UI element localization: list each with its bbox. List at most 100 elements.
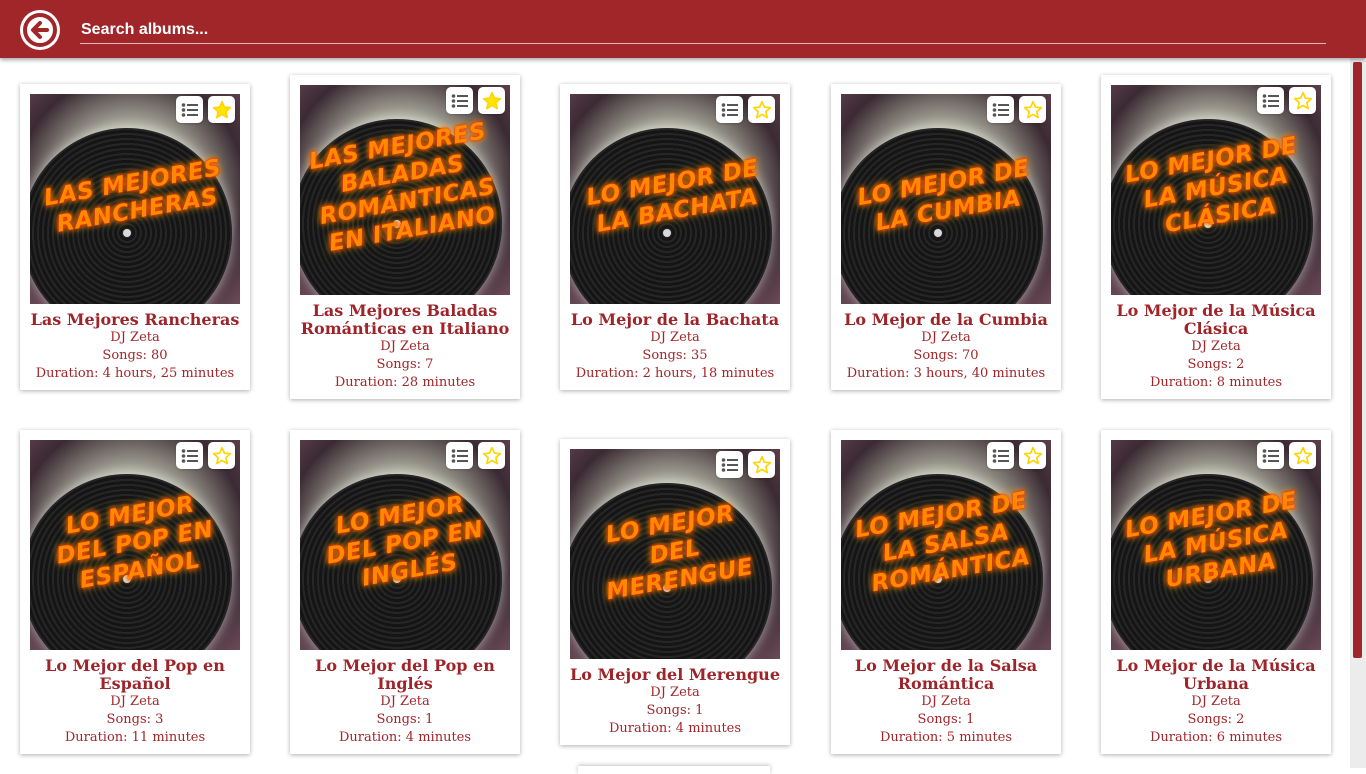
arrow-left-icon bbox=[23, 13, 57, 47]
album-duration: Duration: 4 minutes bbox=[608, 721, 742, 736]
scrollbar[interactable] bbox=[1350, 58, 1366, 768]
album-card[interactable]: Lo Mejor de la Bachata Lo Mejor de la Ba… bbox=[560, 84, 790, 390]
list-icon bbox=[1262, 93, 1279, 108]
songs-list-button[interactable] bbox=[987, 96, 1014, 123]
album-song-count: Songs: 1 bbox=[646, 703, 704, 718]
album-title: Lo Mejor del Pop en Español bbox=[45, 656, 225, 693]
album-cover: Lo Mejor de la Música Clásica bbox=[1111, 85, 1321, 295]
album-artist: DJ Zeta bbox=[380, 694, 430, 709]
cover-title-art: Lo Mejor del Pop en Español bbox=[54, 491, 216, 594]
favorite-button[interactable] bbox=[1019, 442, 1046, 469]
list-icon bbox=[181, 102, 198, 117]
favorite-button[interactable] bbox=[748, 451, 775, 478]
album-artist: DJ Zeta bbox=[650, 330, 700, 345]
cover-title-art: Lo Mejor del Merengue bbox=[603, 500, 756, 606]
album-card[interactable]: Lo Mejor del Pop en Español Lo Mejor del… bbox=[20, 430, 250, 754]
list-icon bbox=[181, 448, 198, 463]
album-duration: Duration: 3 hours, 40 minutes bbox=[846, 366, 1046, 381]
songs-list-button[interactable] bbox=[1257, 87, 1284, 114]
list-icon bbox=[992, 448, 1009, 463]
album-cover: Lo Mejor de la Bachata bbox=[570, 94, 780, 304]
favorite-button[interactable] bbox=[748, 96, 775, 123]
album-cover: Las Mejores Rancheras bbox=[30, 94, 240, 304]
cover-title-art: Lo Mejor de la Cumbia bbox=[855, 155, 1032, 237]
next-row-card-edge bbox=[578, 766, 770, 774]
album-title: Lo Mejor de la Cumbia bbox=[844, 310, 1048, 329]
cover-title-art: Lo Mejor de la Música Clásica bbox=[1123, 132, 1300, 239]
songs-list-button[interactable] bbox=[1257, 442, 1284, 469]
album-artist: DJ Zeta bbox=[921, 330, 971, 345]
album-title: Lo Mejor de la Salsa Romántica bbox=[854, 656, 1038, 693]
favorite-button[interactable] bbox=[1019, 96, 1046, 123]
album-duration: Duration: 4 hours, 25 minutes bbox=[35, 366, 235, 381]
album-cover: Lo Mejor del Pop en Inglés bbox=[300, 440, 510, 650]
album-duration: Duration: 6 minutes bbox=[1149, 730, 1283, 745]
album-song-count: Songs: 1 bbox=[917, 712, 975, 727]
album-duration: Duration: 28 minutes bbox=[334, 375, 476, 390]
album-duration: Duration: 5 minutes bbox=[879, 730, 1013, 745]
album-card[interactable]: Lo Mejor del Pop en Inglés Lo Mejor del … bbox=[290, 430, 520, 754]
list-icon bbox=[721, 102, 738, 117]
songs-list-button[interactable] bbox=[716, 451, 743, 478]
album-song-count: Songs: 1 bbox=[376, 712, 434, 727]
album-card[interactable]: Lo Mejor de la Música Clásica Lo Mejor d… bbox=[1101, 75, 1331, 399]
album-artist: DJ Zeta bbox=[110, 694, 160, 709]
album-title: Lo Mejor del Merengue bbox=[570, 665, 780, 684]
scrollbar-thumb[interactable] bbox=[1353, 62, 1362, 658]
star-icon bbox=[1293, 446, 1312, 464]
album-song-count: Songs: 2 bbox=[1187, 712, 1245, 727]
favorite-button[interactable] bbox=[1289, 87, 1316, 114]
list-icon bbox=[451, 93, 468, 108]
album-artist: DJ Zeta bbox=[110, 330, 160, 345]
album-cover: Lo Mejor de la Música Urbana bbox=[1111, 440, 1321, 650]
album-title: Las Mejores Baladas Románticas en Italia… bbox=[300, 301, 510, 338]
favorite-button[interactable] bbox=[478, 442, 505, 469]
album-card[interactable]: Las Mejores Baladas Románticas en Italia… bbox=[290, 75, 520, 399]
album-artist: DJ Zeta bbox=[1191, 694, 1241, 709]
songs-list-button[interactable] bbox=[987, 442, 1014, 469]
songs-list-button[interactable] bbox=[446, 442, 473, 469]
album-title: Lo Mejor de la Música Urbana bbox=[1116, 656, 1316, 693]
list-icon bbox=[992, 102, 1009, 117]
album-card[interactable]: Las Mejores Rancheras Las Mejores Ranche… bbox=[20, 84, 250, 390]
album-song-count: Songs: 3 bbox=[106, 712, 164, 727]
songs-list-button[interactable] bbox=[716, 96, 743, 123]
star-icon bbox=[212, 446, 231, 464]
album-card[interactable]: Lo Mejor del Merengue Lo Mejor del Meren… bbox=[560, 439, 790, 745]
cover-title-art: Lo Mejor de la Música Urbana bbox=[1123, 487, 1300, 594]
album-title: Lo Mejor del Pop en Inglés bbox=[315, 656, 495, 693]
songs-list-button[interactable] bbox=[176, 442, 203, 469]
search-input[interactable] bbox=[80, 16, 1326, 44]
star-icon bbox=[752, 100, 771, 118]
star-icon bbox=[1293, 91, 1312, 109]
list-icon bbox=[721, 457, 738, 472]
album-duration: Duration: 4 minutes bbox=[338, 730, 472, 745]
album-card[interactable]: Lo Mejor de la Música Urbana Lo Mejor de… bbox=[1101, 430, 1331, 754]
album-duration: Duration: 2 hours, 18 minutes bbox=[575, 366, 775, 381]
cover-title-art: Lo Mejor del Pop en Inglés bbox=[324, 491, 486, 592]
cover-title-art: Las Mejores Baladas Románticas en Italia… bbox=[307, 118, 498, 257]
album-artist: DJ Zeta bbox=[921, 694, 971, 709]
list-icon bbox=[1262, 448, 1279, 463]
album-card[interactable]: Lo Mejor de la Cumbia Lo Mejor de la Cum… bbox=[831, 84, 1061, 390]
songs-list-button[interactable] bbox=[176, 96, 203, 123]
album-song-count: Songs: 7 bbox=[376, 357, 434, 372]
top-bar bbox=[0, 0, 1366, 58]
favorite-button[interactable] bbox=[208, 96, 235, 123]
album-card[interactable]: Lo Mejor de la Salsa Romántica Lo Mejor … bbox=[831, 430, 1061, 754]
album-artist: DJ Zeta bbox=[650, 685, 700, 700]
album-cover: Las Mejores Baladas Románticas en Italia… bbox=[300, 85, 510, 295]
album-song-count: Songs: 2 bbox=[1187, 357, 1245, 372]
album-cover: Lo Mejor de la Cumbia bbox=[841, 94, 1051, 304]
album-cover: Lo Mejor del Merengue bbox=[570, 449, 780, 659]
album-song-count: Songs: 70 bbox=[913, 348, 979, 363]
favorite-button[interactable] bbox=[1289, 442, 1316, 469]
songs-list-button[interactable] bbox=[446, 87, 473, 114]
favorite-button[interactable] bbox=[208, 442, 235, 469]
cover-title-art: Lo Mejor de la Bachata bbox=[584, 155, 761, 238]
back-button[interactable] bbox=[20, 10, 60, 50]
favorite-button[interactable] bbox=[478, 87, 505, 114]
list-icon bbox=[451, 448, 468, 463]
cover-title-art: Las Mejores Rancheras bbox=[42, 154, 224, 238]
album-grid: Las Mejores Rancheras Las Mejores Ranche… bbox=[0, 58, 1350, 768]
